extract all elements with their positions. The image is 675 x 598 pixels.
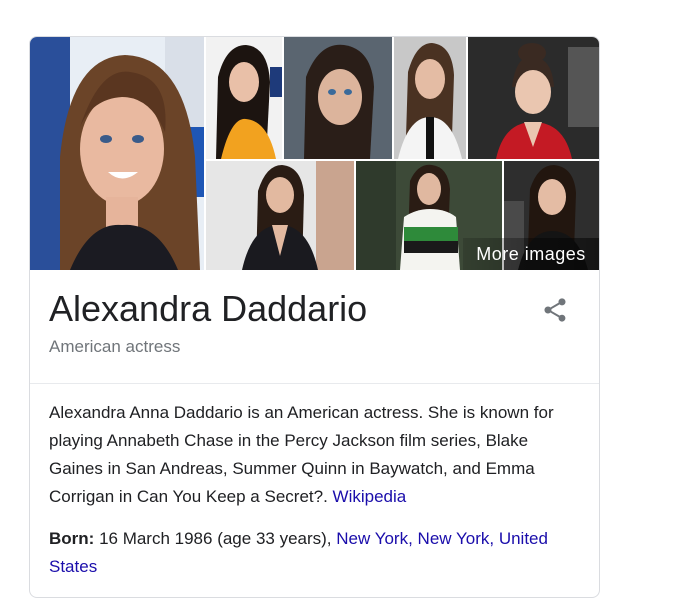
born-label: Born:	[49, 529, 95, 548]
born-place-link-state[interactable]: New York,	[418, 529, 495, 548]
more-images-button[interactable]: More images	[463, 238, 599, 270]
image-thumb-3[interactable]	[394, 37, 466, 159]
image-thumb-1[interactable]	[206, 37, 282, 159]
image-thumb-4[interactable]	[468, 37, 599, 159]
description-text: Alexandra Anna Daddario is an American a…	[49, 403, 554, 506]
wikipedia-link[interactable]: Wikipedia	[333, 487, 407, 506]
share-button[interactable]	[541, 296, 569, 324]
entity-description: Alexandra Anna Daddario is an American a…	[49, 399, 579, 511]
knowledge-panel: More images Alexandra Daddario American …	[29, 36, 600, 598]
entity-title: Alexandra Daddario	[49, 288, 368, 329]
more-images-label: More images	[476, 243, 586, 264]
panel-header: Alexandra Daddario American actress	[30, 270, 599, 384]
image-mosaic: More images	[30, 37, 599, 270]
image-main-portrait[interactable]	[30, 37, 204, 270]
born-place-link-city[interactable]: New York,	[336, 529, 413, 548]
entity-subtitle: American actress	[49, 337, 181, 356]
image-thumb-5[interactable]	[206, 161, 354, 270]
born-text: 16 March 1986 (age 33 years),	[99, 529, 332, 548]
share-icon	[544, 298, 566, 322]
born-fact: Born: 16 March 1986 (age 33 years), New …	[49, 525, 579, 581]
image-thumb-2[interactable]	[284, 37, 392, 159]
